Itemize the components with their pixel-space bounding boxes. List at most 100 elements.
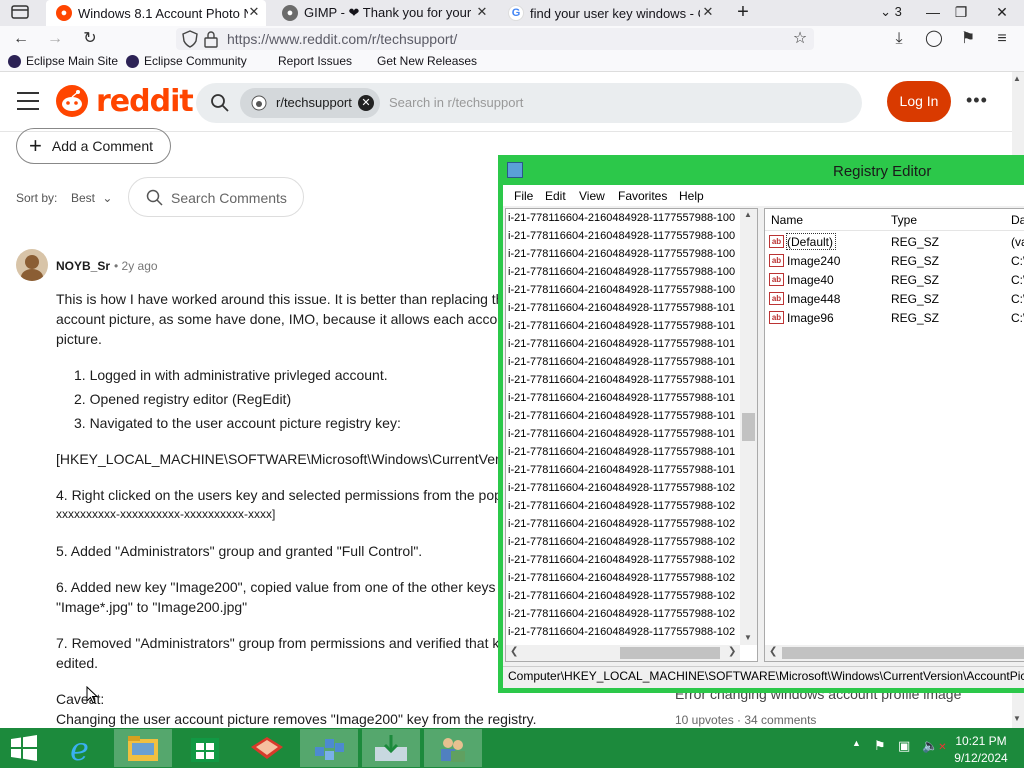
app-red-box-icon[interactable] (238, 729, 296, 767)
comment-username[interactable]: NOYB_Sr (56, 259, 110, 273)
search-comments-placeholder[interactable]: Search Comments (171, 190, 287, 206)
registry-tree-key[interactable]: i-21-778116604-2160484928-1177557988-101 (508, 371, 735, 389)
registry-tree-key[interactable]: i-21-778116604-2160484928-1177557988-102 (508, 623, 735, 641)
tree-hscroll-thumb[interactable] (620, 647, 720, 659)
back-button[interactable]: ← (8, 26, 34, 52)
menu-icon[interactable]: ≡ (989, 26, 1015, 52)
registry-tree-key[interactable]: i-21-778116604-2160484928-1177557988-100 (508, 245, 735, 263)
sort-dropdown[interactable]: Best ⌄ (71, 191, 112, 205)
tab-google[interactable]: G find your user key windows - Go ✕ (498, 0, 720, 26)
column-header-name[interactable]: Name (771, 213, 803, 227)
url-text[interactable]: https://www.reddit.com/r/techsupport/ (227, 31, 457, 47)
list-hscroll-thumb[interactable] (782, 647, 1024, 659)
account-icon[interactable]: ◯ (921, 26, 947, 52)
show-hidden-icons-icon[interactable]: ▲ (852, 738, 861, 748)
more-options-icon[interactable]: ••• (966, 90, 988, 111)
registry-tree-key[interactable]: i-21-778116604-2160484928-1177557988-101 (508, 299, 735, 317)
scroll-left-icon[interactable]: ❮ (769, 646, 777, 657)
close-tab-icon[interactable]: ✕ (474, 4, 490, 20)
store-icon[interactable] (176, 729, 234, 767)
new-tab-button[interactable]: + (726, 0, 760, 26)
close-tab-icon[interactable]: ✕ (246, 4, 262, 20)
registry-tree-key[interactable]: i-21-778116604-2160484928-1177557988-101 (508, 425, 735, 443)
search-icon (210, 93, 230, 113)
registry-tree-key[interactable]: i-21-778116604-2160484928-1177557988-100 (508, 263, 735, 281)
registry-tree-key[interactable]: i-21-778116604-2160484928-1177557988-101 (508, 353, 735, 371)
lock-icon[interactable] (204, 30, 220, 48)
downloads-icon[interactable]: ⤓ (886, 26, 912, 52)
extensions-icon[interactable]: ⚑ (955, 26, 981, 52)
registry-tree-key[interactable]: i-21-778116604-2160484928-1177557988-100 (508, 209, 735, 227)
windows-start-icon[interactable] (10, 735, 38, 761)
users-icon[interactable] (424, 729, 482, 767)
scroll-right-icon[interactable]: ❯ (728, 646, 736, 657)
close-window-button[interactable]: ✕ (980, 0, 1024, 26)
registry-tree-key[interactable]: i-21-778116604-2160484928-1177557988-100 (508, 281, 735, 299)
registry-value-row[interactable]: abImage240 REG_SZ C:\ (769, 252, 1024, 271)
avatar[interactable] (16, 249, 48, 281)
hamburger-menu-icon[interactable] (17, 92, 39, 110)
network-icon[interactable]: ▣ (898, 738, 910, 754)
registry-key-tree[interactable]: i-21-778116604-2160484928-1177557988-100… (505, 208, 758, 662)
volume-muted-icon[interactable]: 🔈✕ (922, 738, 947, 754)
internet-explorer-icon[interactable]: e (53, 729, 111, 768)
registry-tree-key[interactable]: i-21-778116604-2160484928-1177557988-102 (508, 551, 735, 569)
action-center-flag-icon[interactable]: ⚑ (874, 738, 886, 754)
registry-value-row[interactable]: abImage40 REG_SZ C:\ (769, 271, 1024, 290)
registry-editor-taskbar-icon[interactable] (300, 729, 358, 767)
registry-tree-key[interactable]: i-21-778116604-2160484928-1177557988-102 (508, 479, 735, 497)
menu-favorites[interactable]: Favorites (618, 189, 667, 203)
column-header-data[interactable]: Da (1011, 213, 1024, 227)
login-button[interactable]: Log In (887, 81, 951, 122)
registry-tree-key[interactable]: i-21-778116604-2160484928-1177557988-100 (508, 227, 735, 245)
reddit-wordmark[interactable]: reddit (96, 84, 194, 119)
tab-gimp[interactable]: ● GIMP - ❤ Thank you for your su ✕ (272, 0, 494, 26)
scroll-down-icon[interactable]: ▼ (744, 633, 752, 642)
column-header-type[interactable]: Type (891, 213, 917, 227)
restore-button[interactable]: ❐ (944, 0, 978, 26)
tab-list-button[interactable]: ⌄ 3 (872, 0, 910, 26)
tree-scroll-thumb[interactable] (742, 413, 755, 441)
menu-file[interactable]: File (514, 189, 533, 203)
bookmark-star-icon[interactable]: ☆ (787, 26, 813, 52)
registry-tree-key[interactable]: i-21-778116604-2160484928-1177557988-101 (508, 407, 735, 425)
menu-help[interactable]: Help (679, 189, 704, 203)
registry-tree-key[interactable]: i-21-778116604-2160484928-1177557988-102 (508, 497, 735, 515)
reload-button[interactable]: ↻ (77, 26, 103, 52)
scroll-left-icon[interactable]: ❮ (510, 646, 518, 657)
registry-tree-key[interactable]: i-21-778116604-2160484928-1177557988-102 (508, 587, 735, 605)
registry-tree-key[interactable]: i-21-778116604-2160484928-1177557988-101 (508, 443, 735, 461)
tab-reddit[interactable]: ● Windows 8.1 Account Photo Nc ✕ (46, 0, 266, 26)
registry-tree-key[interactable]: i-21-778116604-2160484928-1177557988-102 (508, 605, 735, 623)
remove-chip-icon[interactable]: ✕ (358, 95, 374, 111)
forward-button[interactable]: → (42, 26, 68, 52)
registry-tree-key[interactable]: i-21-778116604-2160484928-1177557988-101 (508, 461, 735, 479)
search-placeholder[interactable]: Search in r/techsupport (389, 95, 523, 110)
registry-tree-key[interactable]: i-21-778116604-2160484928-1177557988-101 (508, 317, 735, 335)
registry-tree-key[interactable]: i-21-778116604-2160484928-1177557988-102 (508, 569, 735, 587)
registry-tree-key[interactable]: i-21-778116604-2160484928-1177557988-102 (508, 515, 735, 533)
menu-view[interactable]: View (579, 189, 605, 203)
comment-text-line: xxxxxxxxxx-xxxxxxxxxx-xxxxxxxxxx-xxxx] (56, 507, 276, 521)
bookmark-get-new-releases[interactable]: Get New Releases (377, 54, 477, 68)
registry-value-row[interactable]: abImage96 REG_SZ C:\ (769, 309, 1024, 328)
scroll-down-icon[interactable]: ▼ (1013, 714, 1021, 723)
registry-tree-key[interactable]: i-21-778116604-2160484928-1177557988-101 (508, 389, 735, 407)
bookmark-eclipse-main[interactable]: Eclipse Main Site (8, 54, 118, 68)
firefox-view-icon[interactable] (11, 4, 29, 20)
add-comment-button[interactable]: + Add a Comment (16, 128, 171, 164)
menu-edit[interactable]: Edit (545, 189, 566, 203)
downloads-folder-icon[interactable] (362, 729, 420, 767)
system-clock[interactable]: 10:21 PM 9/12/2024 (948, 733, 1014, 767)
scroll-up-icon[interactable]: ▲ (744, 210, 752, 219)
registry-tree-key[interactable]: i-21-778116604-2160484928-1177557988-101 (508, 335, 735, 353)
close-tab-icon[interactable]: ✕ (700, 4, 716, 20)
file-explorer-icon[interactable] (114, 729, 172, 767)
registry-tree-key[interactable]: i-21-778116604-2160484928-1177557988-102 (508, 533, 735, 551)
scroll-up-icon[interactable]: ▲ (1013, 74, 1021, 83)
registry-value-row[interactable]: abImage448 REG_SZ C:\ (769, 290, 1024, 309)
bookmark-report-issues[interactable]: Report Issues (278, 54, 352, 68)
bookmark-eclipse-community[interactable]: Eclipse Community (126, 54, 247, 68)
shield-icon[interactable] (182, 30, 200, 48)
reddit-logo-icon[interactable] (56, 85, 88, 117)
